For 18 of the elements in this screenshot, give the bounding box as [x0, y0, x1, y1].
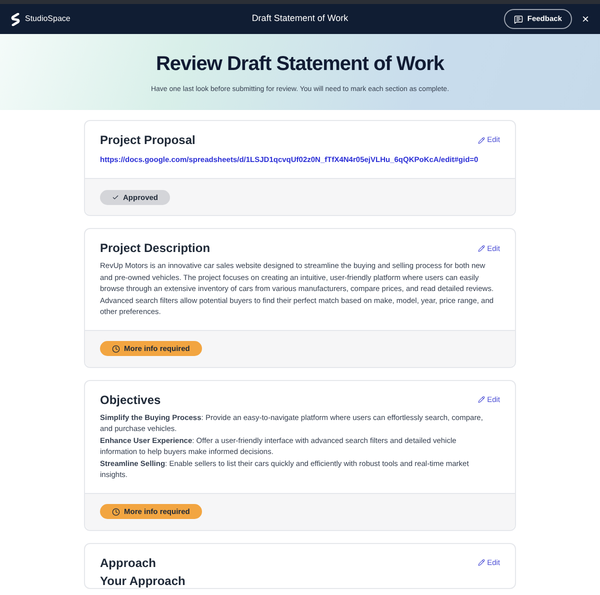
close-button[interactable]: × [582, 13, 589, 25]
check-icon [112, 194, 119, 202]
message-icon [514, 14, 524, 24]
section-title: Project Description [100, 240, 210, 256]
section-title: Objectives [100, 392, 161, 408]
hero-title: Review Draft Statement of Work [156, 52, 444, 77]
page-title: Draft Statement of Work [250, 12, 350, 26]
brand-name: StudioSpace [25, 13, 70, 25]
pencil-icon [478, 396, 486, 404]
logo-icon [11, 12, 20, 26]
pencil-icon [478, 136, 486, 144]
pencil-icon [478, 559, 486, 566]
subsection-heading: Your Approach [100, 574, 186, 588]
clock-icon [112, 508, 120, 516]
section-title: Approach [100, 554, 156, 571]
clock-icon [112, 344, 120, 353]
section-title: Project Proposal [100, 132, 196, 148]
pencil-icon [478, 244, 486, 252]
